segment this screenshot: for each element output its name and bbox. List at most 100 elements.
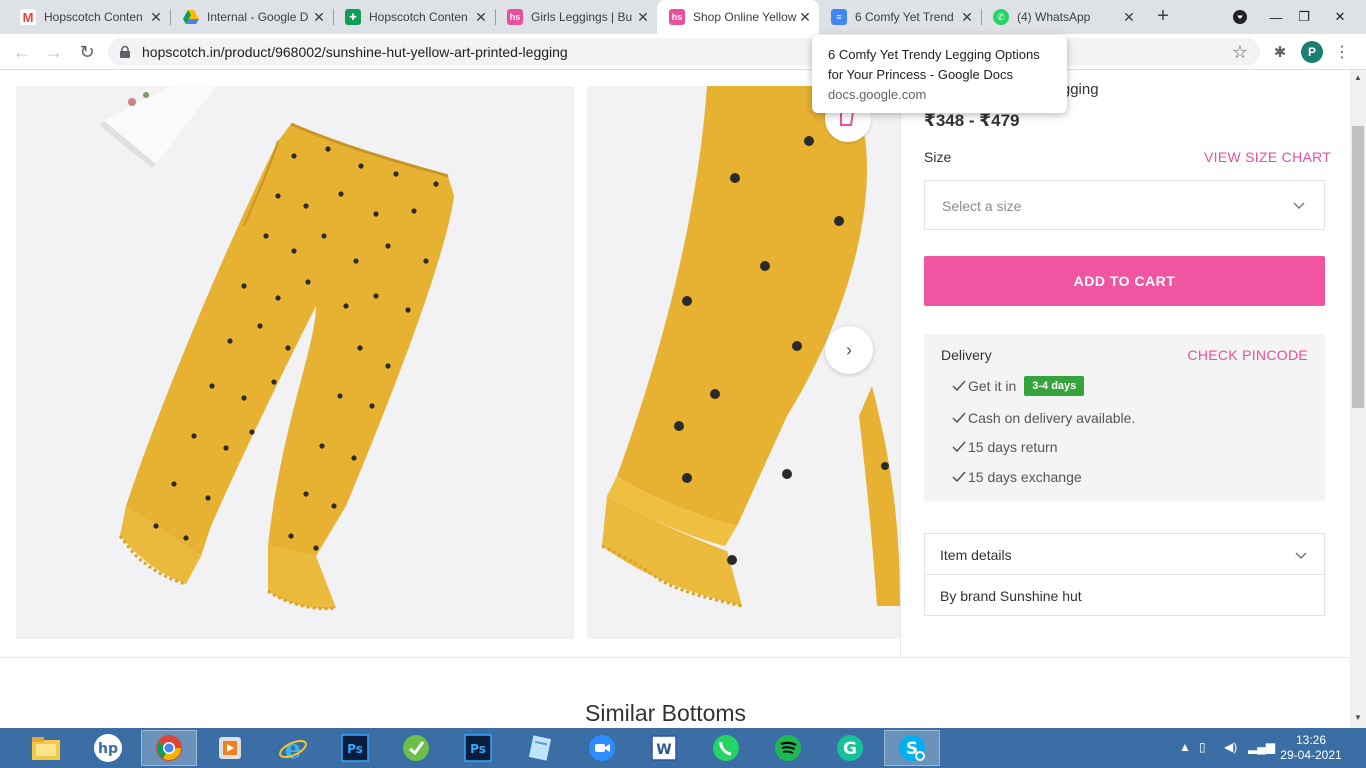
forward-button[interactable]: → [42, 40, 66, 64]
tab-title: Shop Online Yellow [693, 10, 797, 24]
chrome-icon[interactable] [141, 730, 197, 766]
tab-title: Hopscotch Conten [369, 10, 468, 24]
product-price: ₹348 - ₹479 [924, 111, 1020, 130]
extensions-icon[interactable]: ✱ [1268, 40, 1292, 64]
lock-icon [120, 46, 130, 58]
tab-search-icon[interactable] [1222, 0, 1258, 34]
carousel-next-button[interactable]: › [825, 326, 873, 374]
whatsapp-icon[interactable] [698, 730, 754, 766]
hopscotch-icon: hs [507, 9, 523, 25]
divider [925, 574, 1324, 575]
column-divider [900, 70, 901, 658]
checkmark-icon [952, 380, 966, 392]
photoshop-icon[interactable]: Ps [327, 730, 383, 766]
restore-button[interactable]: ❐ [1286, 0, 1322, 34]
back-button[interactable]: ← [10, 40, 34, 64]
spotify-icon[interactable] [760, 730, 816, 766]
tab-girls-leggings[interactable]: hs Girls Leggings | Bu ✕ [487, 0, 657, 34]
word-icon[interactable]: W [636, 730, 692, 766]
close-tab-icon[interactable]: ✕ [635, 9, 651, 26]
page-viewport: › Yellow Art Printed Legging ₹348 - ₹479… [0, 70, 1350, 728]
battery-icon[interactable]: ▯ [1199, 740, 1206, 754]
tab-hover-tooltip: 6 Comfy Yet Trendy Legging Options for Y… [812, 35, 1067, 113]
svg-text:Ps: Ps [347, 742, 363, 756]
browser-tab-strip: M Hopscotch Conten ✕ Internal - Google D… [0, 0, 1366, 34]
google-drive-icon [183, 9, 199, 25]
skype-icon[interactable]: S [884, 730, 940, 766]
item-details-heading: Item details [940, 547, 1012, 563]
check-pincode-link[interactable]: CHECK PINCODE [1187, 347, 1308, 363]
tab-title: Hopscotch Conten [44, 10, 143, 24]
tooltip-domain: docs.google.com [828, 87, 927, 102]
clock-time: 13:26 [1295, 733, 1327, 747]
page-scrollbar[interactable]: ▲ ▼ [1350, 70, 1366, 728]
notepad-icon[interactable] [512, 730, 568, 766]
tooltip-title-line2: for Your Princess - Google Docs [828, 67, 1013, 82]
checkmark-icon [952, 412, 966, 424]
close-tab-icon[interactable]: ✕ [148, 9, 164, 26]
chevron-down-icon [1295, 552, 1307, 560]
similar-bottoms-heading: Similar Bottoms [585, 700, 747, 726]
svg-text:hp: hp [98, 741, 118, 757]
delivery-eta-label: Get it in [968, 378, 1017, 394]
tab-gmail[interactable]: M Hopscotch Conten ✕ [0, 0, 170, 34]
window-close-button[interactable]: ✕ [1322, 0, 1358, 34]
svg-text:Ps: Ps [470, 742, 486, 756]
exchange-row: 15 days exchange [950, 469, 1082, 485]
add-to-cart-button[interactable]: ADD TO CART [924, 256, 1325, 306]
chevron-right-icon: › [846, 339, 852, 360]
tab-google-drive[interactable]: Internal - Google D ✕ [163, 0, 333, 34]
product-image-main[interactable] [16, 86, 574, 639]
tab-title: Internal - Google D [207, 10, 309, 24]
photoshop-icon[interactable]: Ps [450, 730, 506, 766]
close-tab-icon[interactable]: ✕ [1121, 9, 1137, 26]
section-divider [0, 657, 1350, 658]
item-details-accordion[interactable]: Item details By brand Sunshine hut [924, 533, 1325, 616]
delivery-eta-row: Get it in 3-4 days [950, 376, 1085, 396]
media-player-icon[interactable] [202, 730, 258, 766]
zoom-icon[interactable] [574, 730, 630, 766]
internet-explorer-icon[interactable]: e [265, 730, 321, 766]
show-hidden-icons-icon[interactable]: ▲ [1179, 740, 1191, 754]
google-docs-icon: ≡ [831, 9, 847, 25]
view-size-chart-link[interactable]: VIEW SIZE CHART [1204, 149, 1331, 165]
windows-taskbar: hp e Ps Ps W G S ▲ ▯ ◀) ▂▄▆ 13:26 29-04- [0, 728, 1366, 768]
return-row: 15 days return [950, 439, 1058, 455]
svg-text:G: G [843, 739, 857, 759]
tab-whatsapp[interactable]: ✆ (4) WhatsApp ✕ [973, 0, 1143, 34]
address-bar[interactable]: hopscotch.in/product/968002/sunshine-hut… [108, 38, 1260, 66]
tab-title: Girls Leggings | Bu [531, 10, 633, 24]
google-sheets-icon: ✚ [345, 9, 361, 25]
grammarly-icon[interactable]: G [822, 730, 878, 766]
volume-icon[interactable]: ◀) [1224, 740, 1237, 754]
size-select-placeholder: Select a size [942, 198, 1022, 214]
size-select[interactable]: Select a size [924, 180, 1325, 230]
tab-shop-online-yellow[interactable]: hs Shop Online Yellow ✕ [657, 0, 819, 34]
tooltip-title-line1: 6 Comfy Yet Trendy Legging Options [828, 47, 1040, 62]
delivery-heading: Delivery [941, 347, 992, 363]
hp-icon[interactable]: hp [80, 730, 136, 766]
new-tab-button[interactable]: + [1152, 5, 1174, 27]
file-explorer-icon[interactable] [18, 730, 74, 766]
profile-avatar[interactable]: P [1301, 41, 1323, 63]
checkmark-icon [952, 471, 966, 483]
tab-google-sheets[interactable]: ✚ Hopscotch Conten ✕ [325, 0, 495, 34]
scroll-down-arrow-icon[interactable]: ▼ [1354, 713, 1362, 722]
scroll-up-arrow-icon[interactable]: ▲ [1354, 73, 1362, 82]
svg-text:e: e [285, 735, 302, 762]
browser-menu-icon[interactable]: ⋮ [1330, 40, 1354, 64]
checkmark-icon [952, 441, 966, 453]
svg-text:W: W [656, 742, 671, 758]
url-text: hopscotch.in/product/968002/sunshine-hut… [142, 44, 568, 60]
system-clock[interactable]: 13:26 29-04-2021 [1276, 733, 1346, 763]
scrollbar-thumb[interactable] [1352, 126, 1364, 408]
hopscotch-icon: hs [669, 9, 685, 25]
greenshot-icon[interactable] [388, 730, 444, 766]
chevron-down-icon [1293, 202, 1305, 210]
network-icon[interactable]: ▂▄▆ [1248, 740, 1275, 754]
cod-text: Cash on delivery available. [968, 410, 1136, 426]
bookmark-star-icon[interactable]: ☆ [1228, 40, 1252, 64]
gmail-icon: M [20, 9, 36, 25]
reload-button[interactable]: ↻ [75, 40, 99, 64]
tab-google-docs[interactable]: ≡ 6 Comfy Yet Trend ✕ [811, 0, 981, 34]
